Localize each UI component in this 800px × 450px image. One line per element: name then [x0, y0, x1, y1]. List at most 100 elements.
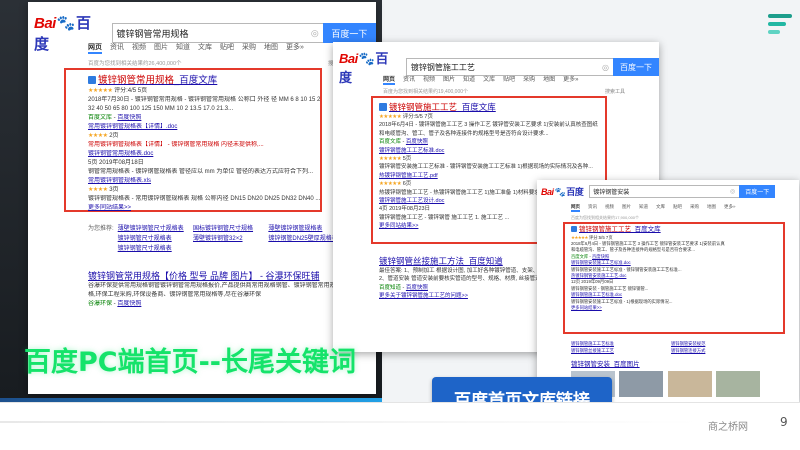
tab-more[interactable]: 更多» [286, 42, 304, 54]
slide-footer [0, 402, 800, 450]
result-count: 百度为您找到相关结果约19,400,000个 [383, 89, 469, 95]
tab-more[interactable]: 更多» [724, 204, 736, 212]
camera-icon[interactable]: ◎ [311, 28, 319, 39]
baidu-logo[interactable]: Bai🐾百度 [541, 185, 584, 198]
tab-web[interactable]: 网页 [571, 204, 580, 212]
sub-meta: 2页 [109, 133, 119, 139]
tab-web[interactable]: 网页 [383, 74, 396, 85]
related-link[interactable]: 镀锌钢管连接方式 [671, 347, 771, 354]
page-number: 9 [780, 415, 788, 429]
tab-tieba[interactable]: 贴吧 [673, 204, 682, 212]
sub-result-link[interactable]: 镀锌钢管常用规格表.doc [88, 151, 153, 157]
sub-meta: 5页 [402, 156, 412, 163]
sub-result-link[interactable]: 常用镀锌钢管规格表【详情】.doc [88, 124, 177, 130]
tab-images[interactable]: 图片 [622, 204, 631, 212]
result-title-link[interactable]: 镀锌钢管丝接施工方法_百度知道 [379, 256, 539, 267]
sub-result-link[interactable]: 热镀锌钢管安装施工工艺.doc [571, 273, 626, 278]
tab-images[interactable]: 图片 [154, 42, 168, 54]
rating-stars: ★★★★★ [379, 114, 402, 120]
search-tools[interactable]: 搜索工具 [605, 88, 625, 95]
rating-text: 评分:5/5 7页 [402, 114, 433, 120]
snapshot-link[interactable]: 百度快照 [592, 254, 609, 259]
sub-result-link[interactable]: 常用镀锌钢管规格表.xls [88, 178, 151, 184]
thumbnail-image[interactable] [716, 371, 761, 397]
tab-caigou[interactable]: 采购 [523, 74, 535, 85]
source-label: 百度文库 [88, 115, 113, 121]
snapshot-link[interactable]: 百度快照 [406, 139, 428, 145]
decor-bars [768, 14, 792, 38]
tab-wenku[interactable]: 文库 [483, 74, 495, 85]
related-link[interactable]: 镀锌钢管丝接施工工艺 [571, 347, 671, 354]
related-link[interactable]: 镀锌钢管安装规范 [671, 340, 771, 347]
related-link[interactable]: 薄壁镀锌钢管规格表 [268, 224, 337, 234]
result-title-link[interactable]: 镀锌钢管安装_百度图片 [571, 360, 791, 369]
sub-result-link[interactable]: 镀锌钢管施工工艺标准.doc [571, 292, 622, 297]
related-link[interactable]: 镀锌钢管DN25壁厚规格表 [268, 234, 337, 244]
paw-icon: 🐾 [554, 187, 566, 197]
tab-news[interactable]: 资讯 [110, 42, 124, 54]
result-title-link[interactable]: 镀锌钢管施工工艺_百度文库 [379, 102, 601, 113]
more-results-link[interactable]: 更多关于镀锌钢管施工工艺的问题>> [379, 293, 468, 299]
search-input[interactable]: 镀锌钢管安装 ◎ [589, 185, 740, 198]
tab-zhidao[interactable]: 知道 [463, 74, 475, 85]
tab-zhidao[interactable]: 知道 [639, 204, 648, 212]
tab-video[interactable]: 视频 [605, 204, 614, 212]
tab-tieba[interactable]: 贴吧 [503, 74, 515, 85]
tab-web[interactable]: 网页 [88, 42, 102, 54]
related-link[interactable]: 薄壁镀锌钢管尺寸规格表 [118, 224, 187, 234]
tab-more[interactable]: 更多» [563, 74, 578, 85]
search-button[interactable]: 百度一下 [613, 58, 659, 76]
related-link[interactable]: 镀锌钢管尺寸规格表 [118, 234, 187, 244]
tab-map[interactable]: 地图 [264, 42, 278, 54]
tab-caigou[interactable]: 采购 [242, 42, 256, 54]
result-desc: 2018年6月4日 - 镀锌钢管施工工艺 3 操作工艺 镀锌管安装工艺要求 1)… [379, 122, 598, 129]
tab-tieba[interactable]: 贴吧 [220, 42, 234, 54]
sub-result-link[interactable]: 热镀锌钢管施工工艺.pdf [379, 173, 438, 179]
related-link[interactable]: 国标镀锌钢管尺寸规格 [193, 224, 262, 234]
tab-caigou[interactable]: 采购 [690, 204, 699, 212]
related-link[interactable]: 镀锌钢管尺寸规格表 [118, 244, 187, 254]
paw-icon: 🐾 [56, 15, 76, 32]
tab-bar: 网页 资讯 视频 图片 知道 文库 贴吧 采购 地图 更多» [571, 204, 744, 212]
thumbnail-image[interactable] [619, 371, 664, 397]
camera-icon[interactable]: ◎ [602, 63, 609, 72]
tab-images[interactable]: 图片 [443, 74, 455, 85]
doc-icon [88, 76, 96, 84]
tab-wenku[interactable]: 文库 [656, 204, 665, 212]
snapshot-link[interactable]: 百度快照 [117, 115, 141, 121]
result-title-link[interactable]: 镀锌钢管常用规格_百度文库 [88, 74, 320, 87]
tab-zhidao[interactable]: 知道 [176, 42, 190, 54]
search-button[interactable]: 百度一下 [739, 185, 776, 198]
related-link[interactable]: 薄壁镀锌钢管32×2 [193, 234, 262, 244]
sub-result-link[interactable]: 镀锌钢管安装施工工艺标准.doc [571, 260, 631, 265]
tab-map[interactable]: 地图 [707, 204, 716, 212]
tab-bar: 网页 资讯 视频 图片 知道 文库 贴吧 采购 地图 更多» [383, 74, 586, 85]
tab-video[interactable]: 视频 [423, 74, 435, 85]
thumbnail-image[interactable] [667, 371, 712, 397]
sub-meta: 5页 2019年08月18日 [88, 160, 144, 166]
footer-divider [0, 421, 700, 423]
tab-news[interactable]: 资讯 [588, 204, 597, 212]
tab-wenku[interactable]: 文库 [198, 42, 212, 54]
result-shop: 镀锌钢管常用规格【价格 型号 品牌 图片】 - 谷瀑环保旺铺 谷瀑环保提供常用规… [88, 270, 368, 309]
result-desc-2: 32 40 50 65 80 100 125 150 MM 10 2 13.5 … [88, 106, 234, 112]
more-results-link[interactable]: 更多同站结果>> [571, 305, 602, 310]
result-title-link[interactable]: 镀锌钢管常用规格【价格 型号 品牌 图片】 - 谷瀑环保旺铺 [88, 270, 368, 282]
snapshot-link[interactable]: 百度快照 [406, 285, 428, 291]
result-title-link[interactable]: 镀锌钢管施工工艺_百度文库 [571, 226, 777, 235]
tab-news[interactable]: 资讯 [403, 74, 415, 85]
result-desc-2: 格,环保工程采购,环保设备商、镀锌钢管常用规格等,尽在谷瀑环保 [88, 292, 262, 298]
more-results-link[interactable]: 更多同站结果>> [88, 205, 131, 211]
footer-brand: 商之桥网 [708, 422, 748, 433]
sub-result-link[interactable]: 镀锌钢管施工工艺标准.doc [379, 148, 444, 154]
related-link[interactable]: 镀锌钢管施工工艺标准 [571, 340, 671, 347]
camera-icon[interactable]: ◎ [730, 188, 735, 195]
snapshot-link[interactable]: 百度快照 [117, 301, 141, 307]
tab-map[interactable]: 地图 [543, 74, 555, 85]
sub-result-link[interactable]: 镀锌钢管施工工艺设计.doc [379, 198, 444, 204]
more-results-link[interactable]: 更多同站结果>> [379, 223, 418, 229]
search-input[interactable]: 镀锌钢管常用规格 ◎ [111, 23, 323, 43]
tab-video[interactable]: 视频 [132, 42, 146, 54]
search-button[interactable]: 百度一下 [322, 23, 376, 43]
slide-title: 百度PC端首页--长尾关键词 [24, 347, 357, 378]
